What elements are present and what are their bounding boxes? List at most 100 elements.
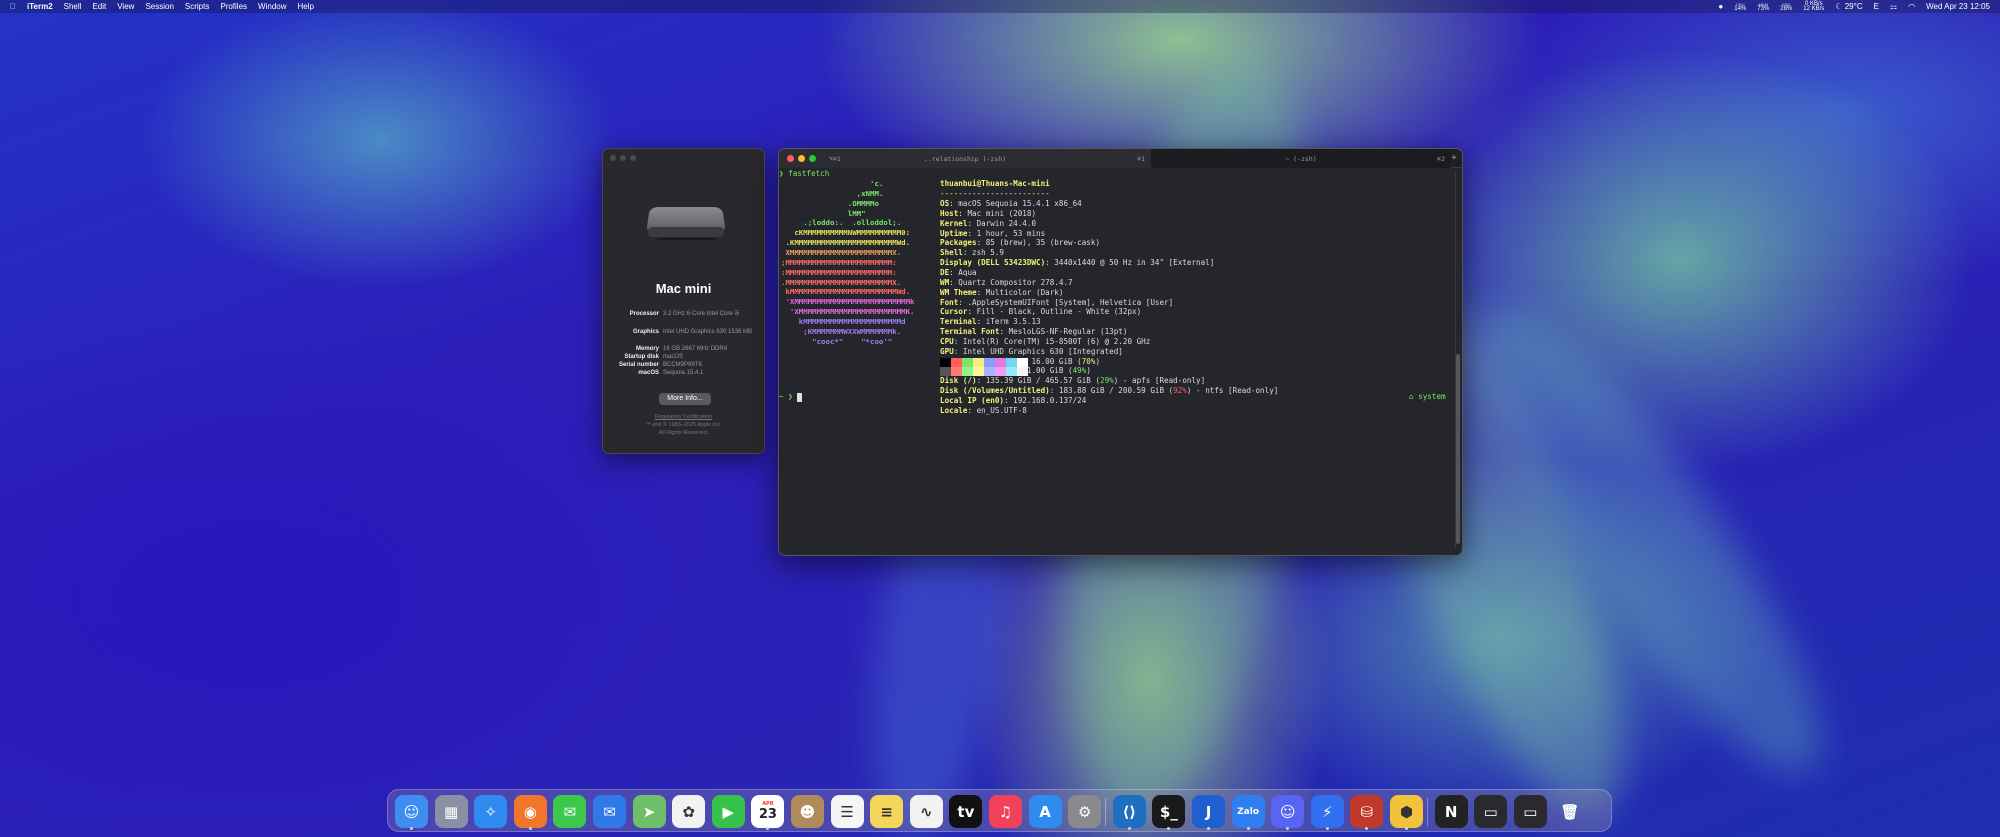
scrollbar-thumb[interactable] — [1456, 354, 1460, 544]
minimize-button[interactable] — [620, 155, 626, 161]
menu-session[interactable]: Session — [145, 2, 173, 11]
tab-title: ~ (-zsh) — [1285, 154, 1317, 163]
dock-joplin-icon[interactable]: J — [1192, 795, 1225, 828]
dock-freeform-icon[interactable]: ∿ — [909, 795, 943, 828]
color-swatch — [984, 367, 995, 376]
dock-zalo-icon[interactable]: Zalo — [1231, 795, 1265, 828]
info-value: : Darwin 24.4.0 — [967, 218, 1037, 228]
dock-music-icon[interactable]: ♫ — [989, 795, 1022, 828]
info-key: Shell — [940, 248, 963, 258]
dock-discord-icon[interactable]: ☺ — [1271, 795, 1305, 828]
network-stat[interactable]: 0 KB/s 12 KB/s — [1803, 1, 1824, 12]
prompt-prefix: ~ — [779, 392, 784, 401]
dock-photos-icon[interactable]: ✿ — [672, 795, 706, 828]
tab-relationship[interactable]: ⌥⌘1 ..relationship (-zsh) ⌘1 — [779, 149, 1151, 168]
dock-launchpad-icon[interactable]: ▦ — [434, 795, 468, 828]
keyboard-input-menu[interactable]: E — [1874, 2, 1879, 11]
close-button[interactable] — [610, 155, 616, 161]
dock-iterm2-icon[interactable]: $_ — [1152, 795, 1186, 828]
color-swatch — [962, 358, 973, 367]
dock-visual-studio-code-icon[interactable]: ⟨⟩ — [1112, 795, 1146, 828]
dock-recent-app-1-icon[interactable]: N — [1434, 795, 1468, 828]
menu-shell[interactable]: Shell — [64, 2, 82, 11]
info-key: Uptime — [940, 228, 968, 238]
dock-app-store-icon[interactable]: A — [1028, 795, 1062, 828]
dock-finder-icon[interactable]: ☺ — [395, 795, 428, 828]
dock-database-icon[interactable]: ⛁ — [1350, 795, 1384, 828]
dock-python-icon[interactable]: ⬢ — [1390, 795, 1423, 828]
info-value: : Intel UHD Graphics 630 [Integrated] — [953, 346, 1123, 356]
terminal-content[interactable]: ❯ fastfetch 'c. ,xNMM. .OMMMMo lMM" .;lo… — [779, 168, 1454, 555]
info-value: : Mac mini (2018) — [958, 208, 1037, 218]
running-indicator — [528, 827, 532, 830]
dock-calendar-icon[interactable]: APR 23 — [751, 795, 785, 828]
control-center-icon[interactable]: ⚏ — [1890, 2, 1897, 11]
info-value: : Fill - Black, Outline - White (32px) — [967, 307, 1142, 317]
info-row: WM Theme: Multicolor (Dark) — [940, 288, 1063, 298]
color-swatch — [995, 358, 1006, 367]
color-swatch — [1017, 367, 1028, 376]
info-key: Local IP (en0) — [940, 396, 1005, 405]
tab-shortcut: ⌘2 — [1437, 154, 1445, 163]
dock-maps-icon[interactable]: ➤ — [632, 795, 666, 828]
running-indicator — [1286, 827, 1290, 830]
dock-recent-app-2-icon[interactable]: ▭ — [1474, 795, 1508, 828]
dock-messages-icon[interactable]: ✉ — [553, 795, 587, 828]
color-swatch — [973, 358, 984, 367]
dock-firefox-icon[interactable]: ◉ — [513, 795, 547, 828]
menu-edit[interactable]: Edit — [92, 2, 106, 11]
about-model-title: Mac mini — [655, 281, 712, 296]
running-indicator — [1246, 827, 1250, 830]
menu-profiles[interactable]: Profiles — [220, 2, 247, 11]
rights-text: All Rights Reserved. — [658, 430, 709, 436]
info-value: : Multicolor (Dark) — [976, 287, 1064, 297]
wifi-icon[interactable]: ◠ — [1908, 2, 1915, 11]
copyright-text: ™ and © 1983–2025 Apple Inc. — [645, 422, 722, 428]
info-row: OS: macOS Sequoia 15.4.1 x86_64 — [940, 199, 1082, 209]
info-value: : 135.39 GiB / 465.57 GiB ( — [976, 376, 1101, 386]
dock-mail-icon[interactable]: ✉ — [593, 795, 626, 828]
dock-messenger-icon[interactable]: ⚡ — [1310, 795, 1344, 828]
info-key: Host — [940, 208, 959, 218]
color-swatch — [940, 358, 951, 367]
info-tail: ) - ntfs [Read-only] — [1186, 386, 1279, 396]
datetime[interactable]: Wed Apr 23 12:05 — [1926, 2, 1990, 11]
dock-tv-icon[interactable]: tv — [949, 795, 983, 828]
info-value: : MesloLGS-NF-Regular (13pt) — [999, 327, 1128, 337]
disk-stat[interactable]: SSD 28% — [1780, 2, 1792, 12]
apple-menu-icon[interactable]:  — [10, 2, 16, 11]
info-value: : 183.88 GiB / 200.59 GiB ( — [1049, 386, 1174, 396]
menu-help[interactable]: Help — [298, 2, 314, 11]
tab-home-zsh[interactable]: ~ (-zsh) ⌘2 — [1151, 149, 1451, 168]
color-swatch — [940, 367, 951, 376]
dock-notes-icon[interactable]: ≡ — [870, 795, 904, 828]
spec-value: 3.2 GHz 6-Core Intel Core i5 — [663, 311, 740, 317]
spec-memory: Memory 16 GB 2667 MHz DDR4 — [603, 346, 764, 353]
menu-window[interactable]: Window — [258, 2, 286, 11]
iterm-window: ⌥⌘1 ..relationship (-zsh) ⌘1 ~ (-zsh) ⌘2… — [778, 148, 1463, 556]
status-dot-icon[interactable]: ● — [1718, 2, 1723, 11]
more-info-button[interactable]: More Info... — [659, 393, 711, 405]
running-indicator — [766, 827, 770, 830]
new-tab-button[interactable]: + — [1448, 152, 1460, 164]
dock-trash-icon[interactable]: 🗑 — [1553, 795, 1586, 828]
dock-reminders-icon[interactable]: ☰ — [830, 795, 864, 828]
dock-recent-app-3-icon[interactable]: ▭ — [1513, 795, 1547, 828]
color-swatch — [984, 358, 995, 367]
menu-app-name[interactable]: iTerm2 — [27, 2, 53, 11]
dock-system-settings-icon[interactable]: ⚙ — [1068, 795, 1102, 828]
menu-scripts[interactable]: Scripts — [185, 2, 209, 11]
mem-stat[interactable]: MEM 73% — [1757, 2, 1769, 12]
regulatory-certification-link[interactable]: Regulatory Certification — [603, 414, 764, 420]
cpu-stat[interactable]: CPU 14% — [1734, 2, 1746, 12]
dock-facetime-icon[interactable]: ▶ — [711, 795, 745, 828]
cpu-stat-label: CPU — [1736, 1, 1745, 7]
prompt-line: ~ ❯ — [779, 392, 803, 402]
info-key: OS — [940, 199, 950, 208]
weather-status[interactable]: ☾ 29°C — [1835, 2, 1862, 11]
ascii-logo-line: ,xNMM. — [781, 188, 884, 198]
dock-contacts-icon[interactable]: ☻ — [791, 795, 824, 828]
menu-view[interactable]: View — [117, 2, 134, 11]
dock-safari-icon[interactable]: ✧ — [474, 795, 508, 828]
zoom-button[interactable] — [630, 155, 636, 161]
